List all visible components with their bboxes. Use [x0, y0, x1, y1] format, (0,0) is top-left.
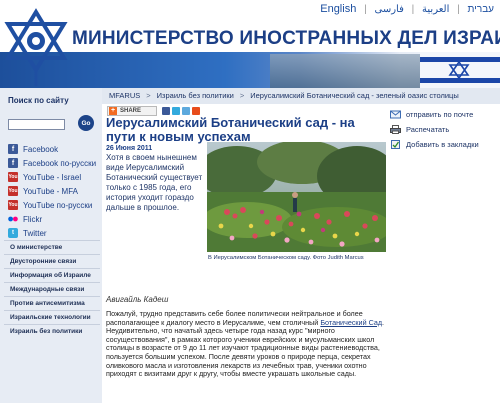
email-share-icon[interactable] [182, 107, 190, 115]
site-title: МИНИСТЕРСТВО ИНОСТРАННЫХ ДЕЛ ИЗРАИЛЯ [72, 28, 500, 49]
youtube-icon: You [8, 172, 18, 182]
sidebar-item-about[interactable]: О министерстве [4, 240, 100, 254]
social-link-label: YouTube - Israel [23, 172, 82, 182]
facebook-share-icon[interactable] [162, 107, 170, 115]
breadcrumb-item[interactable]: Израиль без политики [157, 91, 234, 100]
breadcrumb: MFARUS > Израиль без политики > Иерусалимски… [102, 88, 500, 104]
social-link-flickr[interactable]: Flickr [8, 214, 42, 224]
sidebar-item-bilateral[interactable]: Двусторонние связи [4, 254, 100, 268]
lang-hebrew-link[interactable]: עברית [468, 4, 494, 15]
print-article-link[interactable]: Распечатать [390, 122, 498, 137]
youtube-icon: You [8, 186, 18, 196]
language-switcher: English | עברית | العربية | فارسی [315, 3, 494, 15]
bookmark-icon [391, 140, 400, 149]
sidebar-item-international[interactable]: Международные связи [4, 282, 100, 296]
lang-english-link[interactable]: English [320, 3, 356, 15]
sidebar-item-no-politics[interactable]: Израиль без политики [4, 324, 100, 338]
social-link-label: YouTube по-русски [23, 200, 93, 210]
share-icons [162, 107, 202, 115]
article-headline: Иерусалимский Ботанический сад - на пути… [106, 115, 355, 144]
social-link-youtube-israel[interactable]: You YouTube - Israel [8, 172, 81, 182]
email-icon [390, 110, 401, 119]
garden-photo [207, 142, 386, 252]
more-share-icon[interactable] [192, 107, 200, 115]
article-author: Авигайль Кадеш [106, 295, 169, 304]
social-link-facebook[interactable]: f Facebook [8, 144, 58, 154]
sidebar-item-antisemitism[interactable]: Против антисемитизма [4, 296, 100, 310]
article-body: Пожалуй, трудно представить себе более п… [106, 309, 388, 379]
article-date: 26 Июня 2011 [106, 145, 153, 152]
share-plus-icon: + [109, 107, 117, 115]
social-link-facebook-ru[interactable]: f Facebook по-русски [8, 158, 96, 168]
lang-farsi-link[interactable]: فارسی [374, 4, 403, 15]
bookmark-article-link[interactable]: Добавить в закладки [390, 137, 498, 152]
lang-separator: | [457, 4, 460, 15]
facebook-icon: f [8, 144, 18, 154]
article-tools: отправить по почте Распечатать Добавить … [390, 107, 498, 152]
tool-label: Распечатать [406, 125, 450, 134]
lang-arabic-link[interactable]: العربية [422, 4, 449, 15]
social-link-label: Facebook [23, 144, 59, 154]
breadcrumb-separator: > [146, 91, 151, 100]
header-photo [270, 54, 420, 88]
social-link-youtube-mfa[interactable]: You YouTube - MFA [8, 186, 78, 196]
lang-separator: | [364, 4, 367, 15]
sidebar-item-technology[interactable]: Израильские технологии [4, 310, 100, 324]
email-article-link[interactable]: отправить по почте [390, 107, 498, 122]
ministry-logo-icon[interactable] [2, 6, 70, 88]
lang-separator: | [411, 4, 415, 15]
search-label: Поиск по сайту [8, 96, 69, 105]
breadcrumb-item: Иерусалимский Ботанический сад - зеленый… [250, 91, 459, 100]
print-icon [390, 125, 401, 134]
breadcrumb-separator: > [239, 91, 245, 100]
share-label: SHARE [120, 108, 142, 114]
photo-caption: В Иерусалимском Ботаническом саду. Фото … [208, 255, 364, 261]
twitter-share-icon[interactable] [172, 107, 180, 115]
sidebar: Поиск по сайту Go f Facebook f Facebook … [0, 88, 102, 403]
flickr-icon [8, 214, 18, 224]
sidebar-nav: О министерстве Двусторонние связи Информ… [4, 240, 100, 338]
search-go-button[interactable]: Go [78, 115, 94, 131]
sidebar-item-israel-info[interactable]: Информация об Израиле [4, 268, 100, 282]
facebook-icon: f [8, 158, 18, 168]
social-link-twitter[interactable]: t Twitter [8, 228, 47, 238]
youtube-icon: You [8, 200, 18, 210]
search-input[interactable] [8, 119, 65, 130]
social-link-youtube-ru[interactable]: You YouTube по-русски [8, 200, 92, 210]
tool-label: Добавить в закладки [406, 140, 479, 149]
social-link-label: Twitter [23, 228, 47, 238]
social-link-label: Flickr [23, 214, 43, 224]
social-link-label: YouTube - MFA [23, 186, 78, 196]
tool-label: отправить по почте [406, 110, 474, 119]
israel-flag-image [420, 52, 500, 88]
article-lead: Хотя в своем нынешнем виде Иерусалимский… [106, 153, 203, 212]
social-link-label: Facebook по-русски [23, 158, 97, 168]
twitter-icon: t [8, 228, 18, 238]
site-header: МИНИСТЕРСТВО ИНОСТРАННЫХ ДЕЛ ИЗРАИЛЯ Eng… [0, 0, 500, 88]
breadcrumb-item[interactable]: MFARUS [109, 91, 140, 100]
